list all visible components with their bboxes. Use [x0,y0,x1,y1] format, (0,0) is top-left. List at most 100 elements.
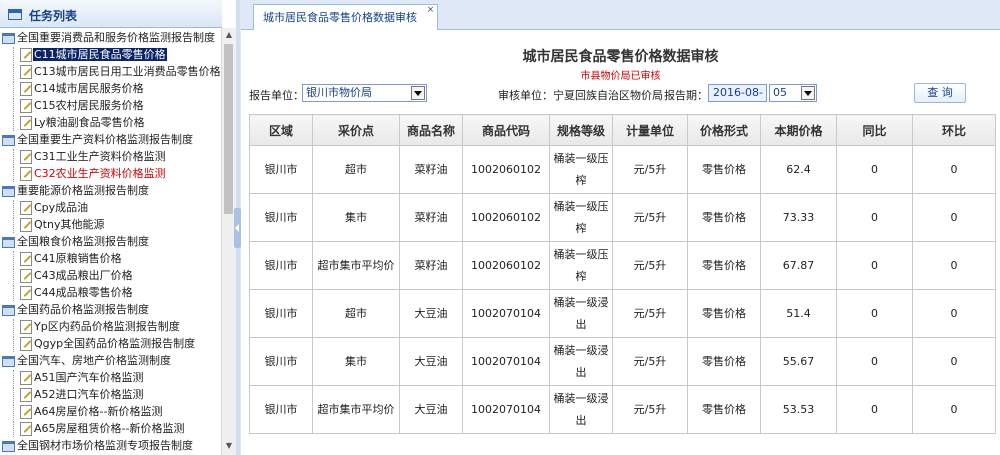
column-header: 计量单位 [612,114,688,146]
tree-item[interactable]: C31工业生产资料价格监测 [13,149,167,165]
tree-item[interactable]: C11城市居民食品零售价格 [13,47,167,63]
close-tab-icon[interactable]: × [426,6,435,15]
tree-item-label: C15农村居民服务价格 [34,99,144,112]
table-cell: 53.53 [760,385,837,434]
tree-elbow-line [13,115,20,131]
edit-document-icon [20,82,32,96]
collapse-panel-icon[interactable] [234,208,241,248]
table-row[interactable]: 银川市 集市 菜籽油 1002060102 桶装一级压榨 元/5升 零售价格 73.33 0 0 [249,193,996,242]
column-header: 采价点 [312,114,400,146]
table-cell: 大豆油 [399,337,463,386]
tree-item-label: C44成品粮零售价格 [34,286,133,299]
table-cell: 零售价格 [687,193,761,242]
column-header: 规格等级 [549,114,613,146]
tree-item-label: A65房屋租赁价格--新价格监测 [34,422,185,435]
table-cell: 桶装一级压榨 [549,241,613,290]
tree-item[interactable]: Qtny其他能源 [13,217,105,233]
period-label: 报告期： [664,89,708,102]
query-button[interactable]: 查 询 [914,83,966,103]
tab-label: 城市居民食品零售价格数据审核 [263,11,417,24]
table-cell: 元/5升 [612,241,688,290]
tree-elbow-line [13,421,20,437]
edit-document-icon [20,371,32,385]
table-cell: 集市 [312,337,400,386]
tree-group[interactable]: 全国钢材市场价格监测专项报告制度 [2,438,193,454]
tree-item[interactable]: A52进口汽车价格监测 [13,387,145,403]
tree-item[interactable]: Cpy成品油 [13,200,89,216]
table-row[interactable]: 银川市 超市 菜籽油 1002060102 桶装一级压榨 元/5升 零售价格 62.4 0 0 [249,145,996,194]
tree-item[interactable]: A65房屋租赁价格--新价格监测 [13,421,185,437]
scroll-thumb[interactable] [224,44,233,214]
table-row[interactable]: 银川市 超市 大豆油 1002070104 桶装一级浸出 元/5升 零售价格 51.4 0 0 [249,289,996,338]
table-row[interactable]: 银川市 超市集市平均价 菜籽油 1002060102 桶装一级压榨 元/5升 零售价格 67.… [249,241,996,290]
column-header: 商品代码 [462,114,550,146]
tree-item-label: 全国药品价格监测报告制度 [17,303,149,316]
tree-item-label: A52进口汽车价格监测 [34,388,144,401]
tree-item[interactable]: C13城市居民日用工业消费品零售价格 [13,64,220,80]
tree-elbow-line [13,98,20,114]
edit-document-icon [20,218,32,232]
table-row[interactable]: 银川市 集市 大豆油 1002070104 桶装一级浸出 元/5升 零售价格 55.67 0 0 [249,337,996,386]
table-cell: 菜籽油 [399,193,463,242]
tree-group[interactable]: 全国汽车、房地产价格监测制度 [2,353,171,369]
tree-item[interactable]: A64房屋价格--新价格监测 [13,404,163,420]
tree-item-label: 全国汽车、房地产价格监测制度 [17,354,171,367]
scroll-up-arrow-icon[interactable]: ▲ [222,28,236,42]
edit-document-icon [20,116,32,130]
table-cell: 元/5升 [612,385,688,434]
tree-item[interactable]: Qgyp全国药品价格监测报告制度 [13,336,196,352]
tree-elbow-line [13,404,20,420]
tree-item-label: Ly粮油副食品零售价格 [34,116,145,129]
table-cell: 元/5升 [612,193,688,242]
table-cell: 零售价格 [687,241,761,290]
price-data-table: 区域 采价点 商品名称 商品代码 规格等级 计量单位 价格形式 本期价格 同比 环比 银川市 超市菜… [249,114,996,434]
table-cell: 银川市 [249,337,313,386]
folder-window-icon [2,355,15,367]
tree-elbow-line [13,81,20,97]
tab-bar: 城市居民食品零售价格数据审核 × [241,0,1000,30]
tree-item[interactable]: C32农业生产资料价格监测 [13,166,167,182]
tree-item[interactable]: C44成品粮零售价格 [13,285,134,301]
table-cell: 桶装一级压榨 [549,145,613,194]
tree-item-label: Cpy成品油 [34,201,89,214]
table-cell: 62.4 [760,145,837,194]
table-cell: 零售价格 [687,289,761,338]
period-day-select[interactable]: 05 [769,84,817,102]
edit-document-icon [20,252,32,266]
task-list-icon [8,9,22,20]
tree-item[interactable]: Yp区内药品价格监测报告制度 [13,319,181,335]
tree-group[interactable]: 重要能源价格监测报告制度 [2,183,149,199]
table-cell: 0 [836,337,913,386]
tree-item[interactable]: C14城市居民服务价格 [13,81,145,97]
scroll-down-arrow-icon[interactable]: ▼ [222,439,236,453]
tree-elbow-line [13,47,20,63]
edit-document-icon [20,99,32,113]
tree-item-label: C43成品粮出厂价格 [34,269,133,282]
report-unit-value: 银川市物价局 [306,86,372,99]
tab-food-price-audit[interactable]: 城市居民食品零售价格数据审核 × [253,4,438,30]
edit-document-icon [20,167,32,181]
tree-item[interactable]: C41原粮销售价格 [13,251,123,267]
tree-group[interactable]: 全国重要生产资料价格监测报告制度 [2,132,193,148]
table-cell: 超市 [312,145,400,194]
tree-item[interactable]: C43成品粮出厂价格 [13,268,134,284]
column-header: 商品名称 [399,114,463,146]
table-cell: 桶装一级浸出 [549,289,613,338]
tree-group[interactable]: 全国粮食价格监测报告制度 [2,234,149,250]
tree-group[interactable]: 全国药品价格监测报告制度 [2,302,149,318]
table-cell: 1002060102 [462,241,550,290]
tree-item-label: A64房屋价格--新价格监测 [34,405,163,418]
table-row[interactable]: 银川市 超市集市平均价 大豆油 1002070104 桶装一级浸出 元/5升 零售价格 53.… [249,385,996,434]
tree-item[interactable]: A51国产汽车价格监测 [13,370,145,386]
column-header: 同比 [836,114,913,146]
tree-item-label: C31工业生产资料价格监测 [34,150,166,163]
tree-item[interactable]: C15农村居民服务价格 [13,98,145,114]
tree-item[interactable]: Ly粮油副食品零售价格 [13,115,146,131]
tree-group[interactable]: 全国重要消费品和服务价格监测报告制度 [2,30,215,46]
tree-item-label: A51国产汽车价格监测 [34,371,144,384]
tree-elbow-line [13,319,20,335]
folder-window-icon [2,32,15,44]
report-unit-select[interactable]: 银川市物价局 [302,84,427,102]
folder-window-icon [2,134,15,146]
period-month-field[interactable]: 2016-08- [708,84,767,102]
